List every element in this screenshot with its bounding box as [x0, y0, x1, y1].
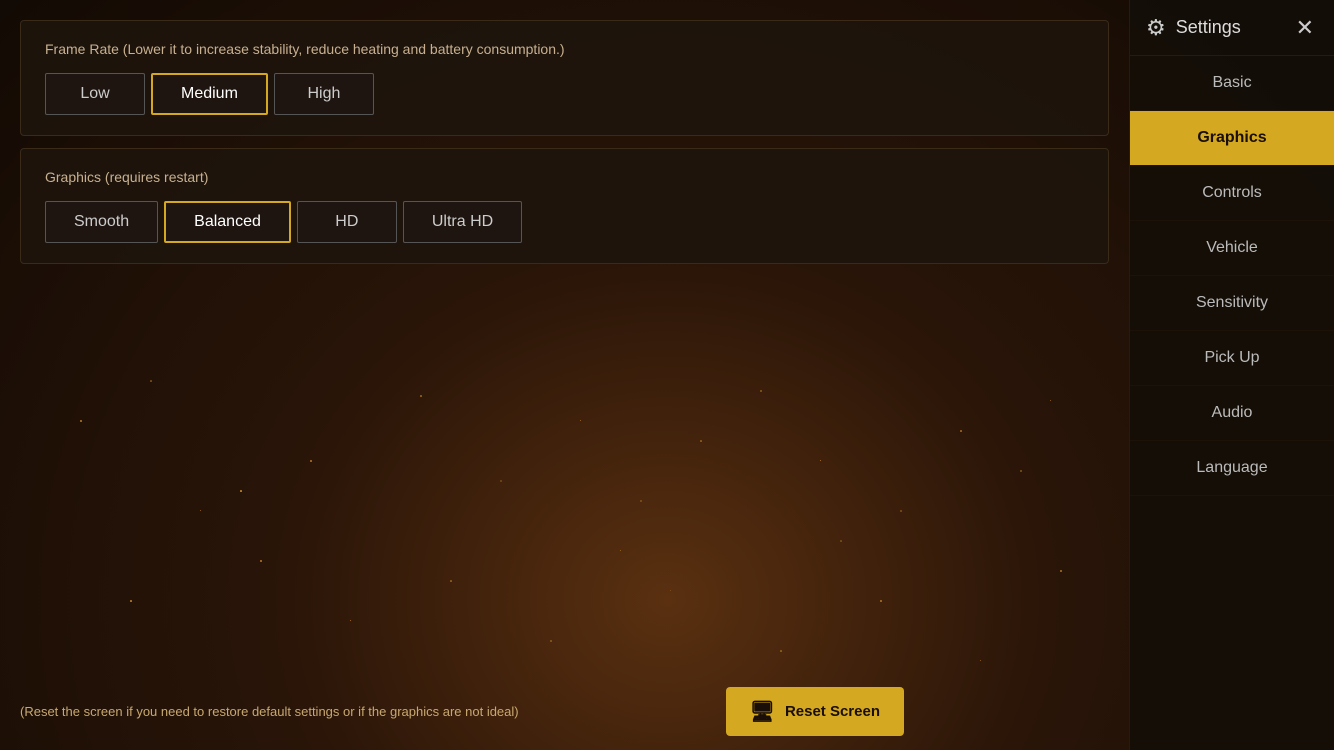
bottom-bar: (Reset the screen if you need to restore…	[0, 673, 924, 750]
reset-hint-text: (Reset the screen if you need to restore…	[20, 704, 519, 719]
graphics-ultrahd-btn[interactable]: Ultra HD	[403, 201, 522, 243]
frame-rate-medium-btn[interactable]: Medium	[151, 73, 268, 115]
graphics-smooth-btn[interactable]: Smooth	[45, 201, 158, 243]
sidebar: ⚙ Settings ✕ Basic Graphics Controls Veh…	[1129, 0, 1334, 750]
sidebar-item-graphics[interactable]: Graphics	[1130, 111, 1334, 166]
sidebar-item-basic[interactable]: Basic	[1130, 56, 1334, 111]
content-area: Frame Rate (Lower it to increase stabili…	[0, 0, 1129, 750]
graphics-title: Graphics (requires restart)	[45, 169, 1084, 185]
sidebar-item-language[interactable]: Language	[1130, 441, 1334, 496]
sidebar-item-audio[interactable]: Audio	[1130, 386, 1334, 441]
sidebar-nav: Basic Graphics Controls Vehicle Sensitiv…	[1130, 56, 1334, 496]
sidebar-item-pickup[interactable]: Pick Up	[1130, 331, 1334, 386]
gear-icon: ⚙	[1146, 15, 1166, 41]
main-layout: Frame Rate (Lower it to increase stabili…	[0, 0, 1334, 750]
close-icon: ✕	[1296, 15, 1314, 40]
frame-rate-low-btn[interactable]: Low	[45, 73, 145, 115]
graphics-balanced-btn[interactable]: Balanced	[164, 201, 291, 243]
sidebar-item-vehicle[interactable]: Vehicle	[1130, 221, 1334, 276]
frame-rate-title: Frame Rate (Lower it to increase stabili…	[45, 41, 1084, 57]
graphics-hd-btn[interactable]: HD	[297, 201, 397, 243]
frame-rate-button-group: Low Medium High	[45, 73, 1084, 115]
sidebar-item-sensitivity[interactable]: Sensitivity	[1130, 276, 1334, 331]
reset-screen-label: Reset Screen	[785, 703, 880, 720]
reset-screen-button[interactable]: 🖥 Reset Screen	[726, 687, 904, 736]
sidebar-item-controls[interactable]: Controls	[1130, 166, 1334, 221]
close-button[interactable]: ✕	[1292, 11, 1318, 45]
settings-title-wrap: ⚙ Settings	[1146, 15, 1241, 41]
sidebar-header: ⚙ Settings ✕	[1130, 0, 1334, 56]
reset-screen-icon: 🖥	[750, 699, 775, 724]
graphics-button-group: Smooth Balanced HD Ultra HD	[45, 201, 1084, 243]
frame-rate-high-btn[interactable]: High	[274, 73, 374, 115]
frame-rate-panel: Frame Rate (Lower it to increase stabili…	[20, 20, 1109, 136]
settings-title-text: Settings	[1176, 17, 1241, 38]
graphics-panel: Graphics (requires restart) Smooth Balan…	[20, 148, 1109, 264]
